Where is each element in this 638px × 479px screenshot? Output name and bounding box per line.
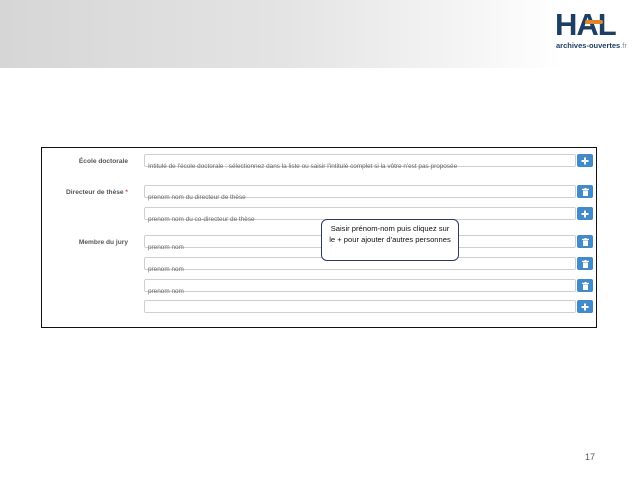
delete-jury-button-3[interactable] xyxy=(577,279,593,292)
jury-field-3 xyxy=(144,279,576,297)
jury-input-3[interactable] xyxy=(145,286,575,297)
jury-field-4 xyxy=(144,300,576,318)
trash-icon xyxy=(581,259,589,268)
thesis-form-panel: École doctorale Directeur de thèse * Mem… xyxy=(41,147,597,328)
directeur-field xyxy=(144,185,576,203)
plus-icon xyxy=(581,210,589,217)
add-ecole-button[interactable] xyxy=(577,154,593,167)
directeur-label: Directeur de thèse * xyxy=(44,189,128,196)
delete-directeur-button[interactable] xyxy=(577,185,593,198)
plus-icon xyxy=(581,157,589,164)
delete-jury-button-2[interactable] xyxy=(577,257,593,270)
add-jury-button[interactable] xyxy=(577,300,593,313)
trash-icon xyxy=(581,187,589,196)
jury-label: Membre du jury xyxy=(78,239,128,246)
ecole-doctorale-label: École doctorale xyxy=(78,158,128,165)
logo-accent-dash xyxy=(585,20,603,24)
logo-sub-right: ouvertes xyxy=(588,41,621,50)
header-banner xyxy=(0,0,638,68)
trash-icon xyxy=(581,281,589,290)
jury-input-2[interactable] xyxy=(145,264,575,275)
plus-icon xyxy=(581,303,589,310)
required-mark: * xyxy=(125,189,128,196)
trash-icon xyxy=(581,237,589,246)
help-callout: Saisir prénom-nom puis cliquez sur le + … xyxy=(321,219,459,261)
logo-sub-left: archives- xyxy=(556,41,589,50)
directeur-label-text: Directeur de thèse xyxy=(66,189,124,196)
directeur-input[interactable] xyxy=(145,192,575,203)
logo-subtitle: archives-ouvertes.fr xyxy=(556,41,627,50)
ecole-doctorale-field xyxy=(144,154,576,172)
delete-jury-button-1[interactable] xyxy=(577,235,593,248)
ecole-doctorale-input[interactable] xyxy=(145,161,575,172)
page-number: 17 xyxy=(585,452,596,462)
logo-sub-tld: .fr xyxy=(620,41,627,50)
logo-title: HAL xyxy=(555,7,617,42)
hal-logo: HAL archives-ouvertes.fr xyxy=(555,8,635,56)
jury-input-4[interactable] xyxy=(145,307,575,318)
add-directeur-button[interactable] xyxy=(577,207,593,220)
